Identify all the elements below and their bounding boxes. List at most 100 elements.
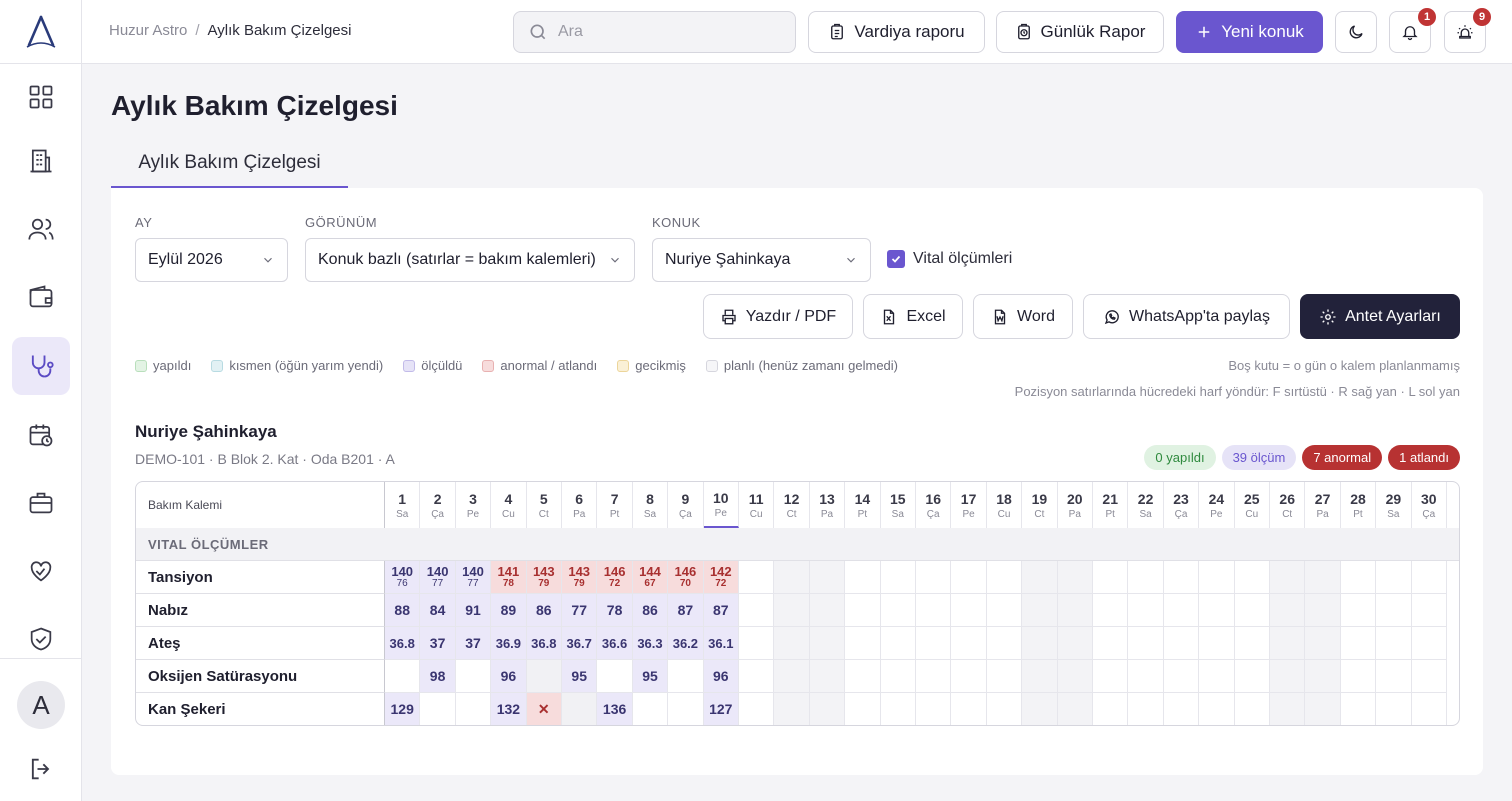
grid-cell[interactable] bbox=[1128, 660, 1164, 693]
grid-cell[interactable] bbox=[809, 693, 846, 725]
grid-cell[interactable] bbox=[774, 693, 810, 725]
grid-cell[interactable]: 78 bbox=[597, 594, 633, 627]
grid-cell[interactable] bbox=[1093, 561, 1129, 594]
grid-cell[interactable] bbox=[597, 660, 633, 693]
grid-cell[interactable] bbox=[1270, 660, 1306, 693]
breadcrumb-root[interactable]: Huzur Astro bbox=[109, 22, 187, 39]
grid-cell[interactable] bbox=[1199, 693, 1235, 725]
grid-cell[interactable]: 37 bbox=[420, 627, 456, 660]
grid-cell[interactable]: 144 67 bbox=[632, 561, 669, 594]
grid-cell[interactable] bbox=[986, 660, 1023, 693]
grid-cell[interactable] bbox=[1234, 627, 1270, 660]
grid-cell[interactable]: 127 bbox=[703, 693, 739, 725]
guest-select[interactable]: Nuriye Şahinkaya bbox=[652, 238, 871, 282]
grid-cell[interactable] bbox=[986, 561, 1023, 594]
grid-cell[interactable] bbox=[1093, 594, 1129, 627]
tab-monthly-care[interactable]: Aylık Bakım Çizelgesi bbox=[111, 140, 348, 188]
grid-cell[interactable] bbox=[1270, 693, 1306, 725]
grid-cell[interactable] bbox=[739, 561, 775, 594]
grid-cell[interactable] bbox=[987, 693, 1023, 725]
grid-cell[interactable]: 91 bbox=[455, 594, 492, 627]
excel-button[interactable]: Excel bbox=[863, 294, 963, 339]
grid-cell[interactable] bbox=[1376, 660, 1412, 693]
grid-cell[interactable] bbox=[774, 660, 810, 693]
grid-cell[interactable] bbox=[1022, 693, 1058, 725]
grid-cell[interactable]: 36.1 bbox=[703, 627, 739, 660]
grid-cell[interactable]: 146 70 bbox=[668, 561, 704, 594]
grid-cell[interactable] bbox=[1412, 693, 1447, 725]
grid-cell[interactable] bbox=[1411, 627, 1447, 660]
grid-cell[interactable] bbox=[1199, 627, 1235, 660]
grid-cell[interactable] bbox=[845, 627, 881, 660]
grid-cell[interactable] bbox=[739, 693, 775, 725]
view-select[interactable]: Konuk bazlı (satırlar = bakım kalemleri) bbox=[305, 238, 635, 282]
grid-cell[interactable] bbox=[1057, 693, 1093, 725]
grid-cell[interactable]: 96 bbox=[491, 660, 527, 693]
grid-cell[interactable] bbox=[1234, 660, 1270, 693]
grid-cell[interactable] bbox=[739, 660, 775, 693]
grid-cell[interactable] bbox=[1376, 627, 1412, 660]
grid-cell[interactable]: 36.8 bbox=[526, 627, 562, 660]
grid-cell[interactable] bbox=[1128, 693, 1164, 725]
grid-cell[interactable] bbox=[951, 693, 987, 725]
grid-cell[interactable] bbox=[951, 594, 987, 627]
grid-cell[interactable] bbox=[845, 561, 881, 594]
grid-cell[interactable]: 143 79 bbox=[562, 561, 598, 594]
grid-cell[interactable]: 36.3 bbox=[632, 627, 669, 660]
grid-cell[interactable] bbox=[1093, 627, 1129, 660]
grid-cell[interactable]: 143 79 bbox=[526, 561, 562, 594]
word-button[interactable]: Word bbox=[973, 294, 1073, 339]
grid-cell[interactable] bbox=[1093, 693, 1129, 725]
grid-cell[interactable] bbox=[1340, 561, 1377, 594]
grid-cell[interactable] bbox=[1163, 660, 1200, 693]
grid-cell[interactable] bbox=[774, 627, 810, 660]
grid-cell[interactable] bbox=[986, 627, 1023, 660]
grid-cell[interactable] bbox=[1411, 561, 1447, 594]
vitals-checkbox[interactable] bbox=[887, 250, 905, 268]
grid-cell[interactable] bbox=[1199, 660, 1235, 693]
nav-buildings[interactable] bbox=[12, 132, 70, 190]
nav-health[interactable] bbox=[12, 542, 70, 600]
grid-cell[interactable]: 36.6 bbox=[597, 627, 633, 660]
grid-cell[interactable]: 84 bbox=[420, 594, 456, 627]
grid-cell[interactable] bbox=[1022, 561, 1058, 594]
grid-cell[interactable] bbox=[951, 561, 987, 594]
grid-cell[interactable] bbox=[456, 693, 492, 725]
grid-cell[interactable] bbox=[1163, 594, 1200, 627]
grid-cell[interactable]: 88 bbox=[385, 594, 421, 627]
grid-cell[interactable]: 87 bbox=[703, 594, 739, 627]
grid-cell[interactable] bbox=[668, 660, 704, 693]
grid-cell[interactable] bbox=[1411, 594, 1447, 627]
grid-cell[interactable]: ✕ bbox=[526, 693, 562, 725]
grid-cell[interactable] bbox=[1199, 594, 1235, 627]
nav-finance[interactable] bbox=[12, 268, 70, 326]
alerts-button[interactable]: 9 bbox=[1444, 8, 1491, 53]
grid-cell[interactable]: 86 bbox=[632, 594, 669, 627]
grid-cell[interactable] bbox=[526, 660, 562, 693]
grid-cell[interactable] bbox=[916, 561, 952, 594]
grid-cell[interactable]: 132 bbox=[491, 693, 527, 725]
grid-cell[interactable] bbox=[1057, 660, 1093, 693]
grid-cell[interactable]: 95 bbox=[632, 660, 669, 693]
app-logo[interactable] bbox=[0, 0, 82, 64]
nav-schedule[interactable] bbox=[12, 406, 70, 464]
grid-cell[interactable]: 86 bbox=[526, 594, 562, 627]
grid-cell[interactable] bbox=[845, 660, 881, 693]
grid-cell[interactable] bbox=[1057, 561, 1093, 594]
grid-cell[interactable] bbox=[880, 627, 916, 660]
grid-cell[interactable] bbox=[1270, 561, 1306, 594]
grid-cell[interactable] bbox=[1270, 594, 1306, 627]
grid-cell[interactable] bbox=[809, 561, 846, 594]
grid-cell[interactable] bbox=[1128, 627, 1164, 660]
grid-cell[interactable] bbox=[1022, 594, 1058, 627]
grid-cell[interactable]: 36.2 bbox=[668, 627, 704, 660]
letterhead-settings-button[interactable]: Antet Ayarları bbox=[1300, 294, 1460, 339]
grid-cell[interactable] bbox=[916, 627, 952, 660]
grid-cell[interactable] bbox=[809, 594, 846, 627]
grid-cell[interactable] bbox=[1199, 561, 1235, 594]
theme-toggle-button[interactable] bbox=[1335, 11, 1377, 53]
nav-security[interactable] bbox=[12, 610, 70, 668]
grid-cell[interactable] bbox=[1164, 693, 1200, 725]
grid-cell[interactable] bbox=[1340, 660, 1377, 693]
grid-cell[interactable]: 146 72 bbox=[597, 561, 633, 594]
